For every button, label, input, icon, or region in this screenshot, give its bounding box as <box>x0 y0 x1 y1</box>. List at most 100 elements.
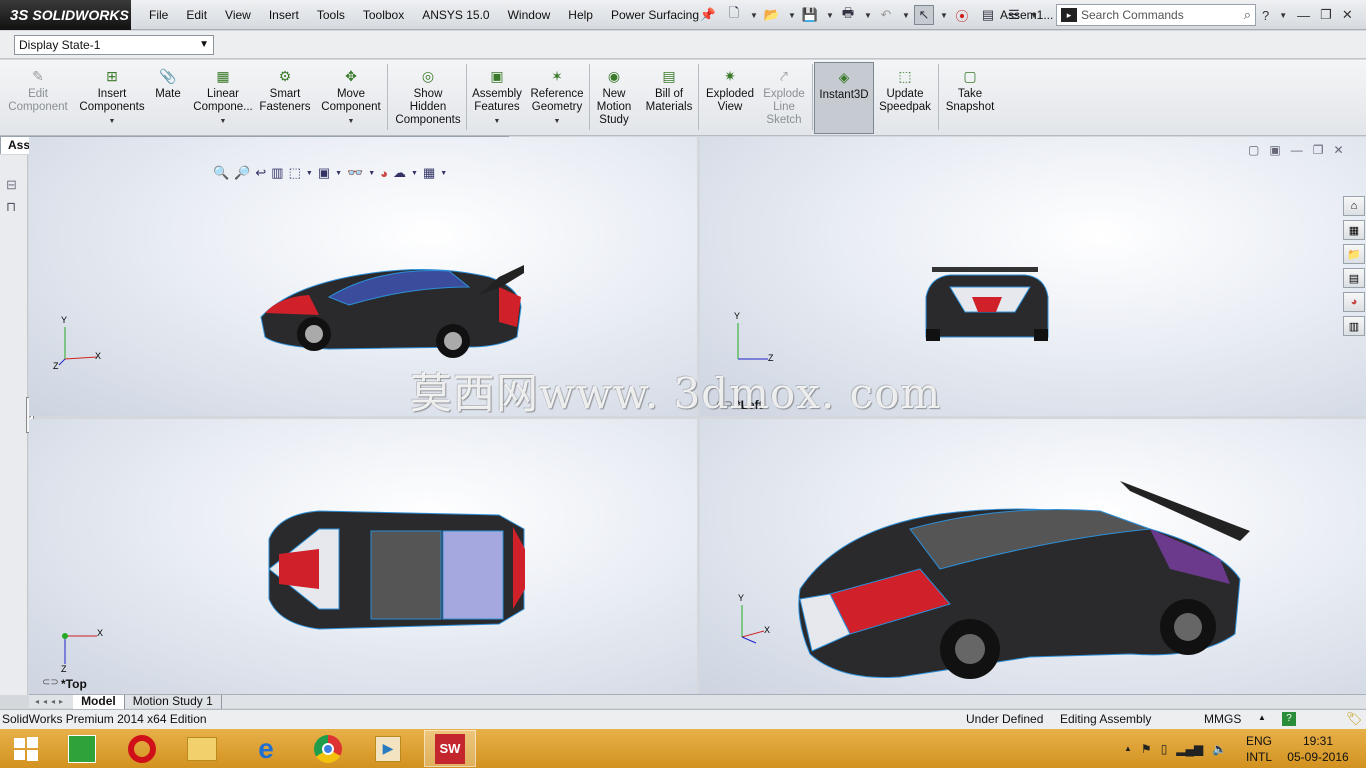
chevron-down-icon[interactable]: ▼ <box>940 11 948 20</box>
tag-icon[interactable]: 🏷 <box>1346 711 1363 727</box>
display-state-select[interactable]: Display State-1 ▼ <box>14 35 214 55</box>
home-icon[interactable]: ⌂ <box>1343 196 1365 216</box>
chevron-down-icon[interactable]: ▼ <box>199 36 209 54</box>
undo-icon[interactable]: ↶ <box>876 5 896 25</box>
open-folder-icon[interactable]: 📂 <box>762 5 782 25</box>
menu-toolbox[interactable]: Toolbox <box>354 0 413 30</box>
chevron-down-icon[interactable]: ▼ <box>902 11 910 20</box>
help-icon[interactable]: ? <box>1262 8 1269 23</box>
action-center-flag-icon[interactable]: ⚑ <box>1141 742 1152 756</box>
chevron-down-icon[interactable]: ▼ <box>864 11 872 20</box>
hide-show-items-icon[interactable]: 👓 <box>347 165 363 181</box>
previous-view-icon[interactable]: ↩ <box>255 165 266 181</box>
apply-scene-icon[interactable]: ☁ <box>393 165 406 181</box>
chevron-down-icon[interactable]: ▼ <box>440 170 447 177</box>
tab-motion-study-1[interactable]: Motion Study 1 <box>125 694 222 709</box>
menu-window[interactable]: Window <box>499 0 560 30</box>
chevron-down-icon[interactable]: ▼ <box>554 115 561 128</box>
menu-help[interactable]: Help <box>559 0 602 30</box>
search-icon[interactable]: ⌕ <box>1244 7 1255 23</box>
chevron-down-icon[interactable]: ▼ <box>750 11 758 20</box>
status-units[interactable]: MMGS <box>1204 712 1241 726</box>
viewport-top[interactable]: X Z ⊂⊃ *Top <box>29 419 697 694</box>
tab-model[interactable]: Model <box>73 694 125 709</box>
battery-icon[interactable]: ▯ <box>1161 742 1168 756</box>
chevron-down-icon[interactable]: ▼ <box>348 115 355 128</box>
zoom-to-area-icon[interactable]: 🔎 <box>234 165 250 181</box>
menu-edit[interactable]: Edit <box>177 0 216 30</box>
media-player-app[interactable]: ▶ <box>362 730 414 767</box>
chevron-down-icon[interactable]: ▼ <box>109 115 116 128</box>
minimize-icon[interactable]: — <box>1291 143 1303 157</box>
save-icon[interactable]: 💾 <box>800 5 820 25</box>
property-manager-icon[interactable]: ⊓ <box>6 199 16 215</box>
menu-tools[interactable]: Tools <box>308 0 354 30</box>
reference-geometry-button[interactable]: ✶ Reference Geometry ▼ <box>528 62 586 134</box>
system-clock[interactable]: 19:31 05-09-2016 <box>1278 733 1358 765</box>
menu-power-surfacing[interactable]: Power Surfacing <box>602 0 708 30</box>
show-hidden-icons-icon[interactable]: ▲ <box>1124 744 1132 753</box>
single-view-icon[interactable]: ▢ <box>1248 143 1259 157</box>
smart-fasteners-button[interactable]: ⚙ Smart Fasteners <box>258 62 312 134</box>
chevron-down-icon[interactable]: ▼ <box>788 11 796 20</box>
update-speedpak-button[interactable]: ⬚ Update Speedpak <box>876 62 934 134</box>
design-library-icon[interactable]: ▦ <box>1343 220 1365 240</box>
menu-insert[interactable]: Insert <box>260 0 308 30</box>
file-explorer-app[interactable] <box>176 730 228 767</box>
solidworks-app[interactable]: SW <box>424 730 476 767</box>
custom-properties-icon[interactable]: ▥ <box>1343 316 1365 336</box>
pin-icon[interactable]: 📌 <box>698 5 718 25</box>
tab-scroll-arrows[interactable]: ◂◂◂▸ <box>29 697 73 706</box>
close-icon[interactable]: ✕ <box>1342 7 1353 23</box>
select-cursor-icon[interactable]: ↖ <box>914 5 934 25</box>
chevron-down-icon[interactable]: ▼ <box>220 115 227 128</box>
move-component-button[interactable]: ✥ Move Component ▼ <box>316 62 386 134</box>
input-language-indicator[interactable]: ENG INTL <box>1246 733 1272 765</box>
mate-button[interactable]: 📎 Mate <box>150 62 186 134</box>
view-palette-icon[interactable]: ▤ <box>1343 268 1365 288</box>
zoom-to-fit-icon[interactable]: 🔍 <box>213 165 229 181</box>
file-properties-icon[interactable]: ▤ <box>978 5 998 25</box>
link-view-icon[interactable]: ⊂⊃ <box>42 677 59 688</box>
chevron-down-icon[interactable]: ▼ <box>494 115 501 128</box>
internet-explorer-app[interactable]: e <box>240 730 292 767</box>
insert-components-button[interactable]: ⊞ Insert Components ▼ <box>76 62 148 134</box>
rebuild-traffic-light-icon[interactable]: ⦿ <box>952 5 972 25</box>
opera-app[interactable] <box>116 730 168 767</box>
network-signal-icon[interactable]: ▂▄▆ <box>1176 742 1203 756</box>
close-icon[interactable]: ✕ <box>1333 143 1343 157</box>
menu-file[interactable]: File <box>140 0 177 30</box>
chevron-up-icon[interactable]: ▲ <box>1258 713 1266 722</box>
file-explorer-icon[interactable]: 📁 <box>1343 244 1365 264</box>
help-icon[interactable]: ? <box>1282 712 1296 726</box>
chevron-down-icon[interactable]: ▼ <box>826 11 834 20</box>
assembly-features-button[interactable]: ▣ Assembly Features ▼ <box>470 62 524 134</box>
bill-of-materials-button[interactable]: ▤ Bill of Materials <box>644 62 694 134</box>
chevron-down-icon[interactable]: ▼ <box>411 170 418 177</box>
volume-icon[interactable]: 🔈 <box>1212 742 1227 756</box>
show-hidden-components-button[interactable]: ◎ Show Hidden Components <box>392 62 464 134</box>
viewport-isometric[interactable]: Y X <box>700 419 1366 694</box>
two-view-icon[interactable]: ▣ <box>1269 143 1280 157</box>
linear-component-button[interactable]: ▦ Linear Compone... ▼ <box>193 62 252 134</box>
new-document-icon[interactable]: 🗋 <box>724 5 744 25</box>
store-app[interactable] <box>56 730 108 767</box>
menu-ansys-15-0[interactable]: ANSYS 15.0 <box>413 0 498 30</box>
view-orientation-icon[interactable]: ⬚ <box>289 165 301 181</box>
instant3d-button[interactable]: ◈ Instant3D <box>814 62 874 134</box>
chevron-down-icon[interactable]: ▼ <box>335 170 342 177</box>
exploded-view-button[interactable]: ✷ Exploded View <box>702 62 758 134</box>
view-settings-icon[interactable]: ▦ <box>423 165 435 181</box>
new-motion-study-button[interactable]: ◉ New Motion Study <box>592 62 636 134</box>
edit-component-button[interactable]: ✎ Edit Component <box>4 62 72 134</box>
section-view-icon[interactable]: ▥ <box>271 165 283 181</box>
explode-line-sketch-button[interactable]: ⤤ Explode Line Sketch <box>760 62 808 134</box>
search-commands-field[interactable]: ▸ Search Commands ⌕ <box>1056 4 1256 26</box>
edit-appearance-icon[interactable]: ◕ <box>380 166 388 181</box>
minimize-icon[interactable]: — <box>1297 8 1310 23</box>
chevron-down-icon[interactable]: ▼ <box>306 170 313 177</box>
print-icon[interactable]: 🖶 <box>838 5 858 25</box>
restore-icon[interactable]: ❐ <box>1320 7 1332 23</box>
start-button[interactable] <box>0 730 52 767</box>
take-snapshot-button[interactable]: ▢ Take Snapshot <box>940 62 1000 134</box>
